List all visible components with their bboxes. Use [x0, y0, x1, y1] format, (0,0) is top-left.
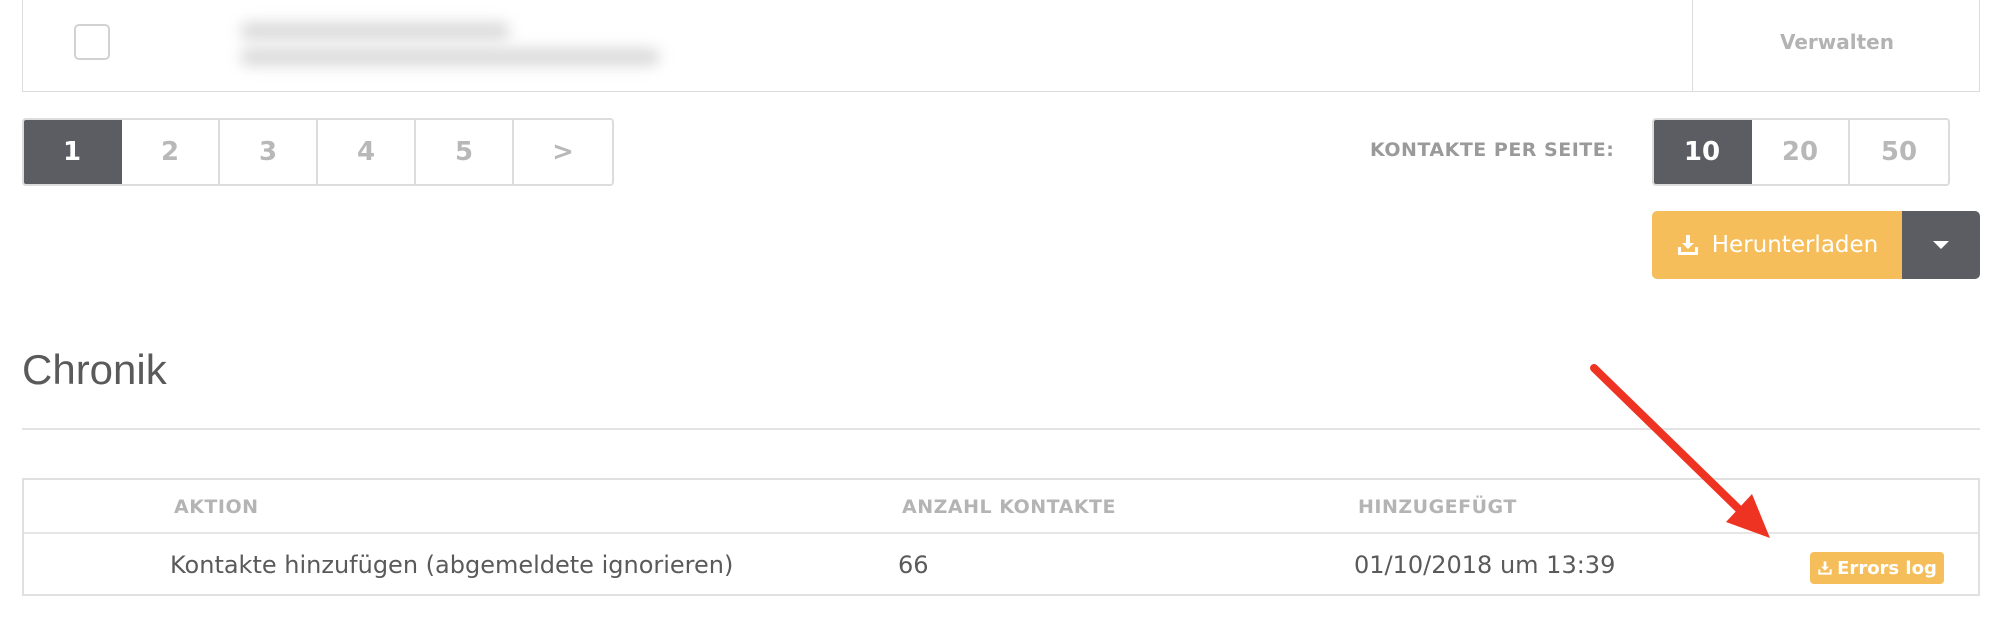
- per-page-selector: 10 20 50: [1652, 118, 1950, 186]
- per-page-20-button[interactable]: 20: [1752, 120, 1850, 184]
- pagination: 1 2 3 4 5 >: [22, 118, 614, 186]
- download-button[interactable]: Herunterladen: [1652, 211, 1902, 279]
- manage-link[interactable]: Verwalten: [1694, 30, 1980, 54]
- row-checkbox[interactable]: [74, 24, 110, 60]
- column-header-contact-count: ANZAHL KONTAKTE: [902, 496, 1116, 518]
- page-1-button[interactable]: 1: [24, 120, 122, 184]
- contact-row: [22, 0, 1980, 92]
- per-page-label: KONTAKTE PER SEITE:: [1370, 139, 1615, 161]
- annotation-arrow-icon: [1590, 364, 1770, 538]
- download-icon: [1677, 235, 1698, 255]
- per-page-10-button[interactable]: 10: [1654, 120, 1752, 184]
- errors-log-button[interactable]: Errors log: [1810, 552, 1944, 584]
- next-page-button[interactable]: >: [514, 120, 612, 184]
- page-5-button[interactable]: 5: [416, 120, 514, 184]
- column-header-action: AKTION: [174, 496, 259, 518]
- blurred-contact-name: [240, 22, 510, 40]
- column-header-added: HINZUGEFÜGT: [1358, 496, 1517, 518]
- history-row-count: 66: [898, 551, 929, 579]
- history-title: Chronik: [22, 346, 167, 393]
- page-3-button[interactable]: 3: [220, 120, 318, 184]
- page-4-button[interactable]: 4: [318, 120, 416, 184]
- download-icon: [1818, 561, 1832, 575]
- download-options-dropdown[interactable]: [1902, 211, 1980, 279]
- per-page-50-button[interactable]: 50: [1850, 120, 1948, 184]
- row-divider: [1692, 0, 1693, 92]
- history-row-action: Kontakte hinzufügen (abgemeldete ignorie…: [170, 551, 734, 579]
- caret-down-icon: [1933, 241, 1949, 249]
- history-row-added: 01/10/2018 um 13:39: [1354, 551, 1616, 579]
- download-label: Herunterladen: [1711, 232, 1879, 258]
- page-2-button[interactable]: 2: [122, 120, 220, 184]
- errors-log-label: Errors log: [1837, 557, 1937, 579]
- blurred-contact-email: [240, 48, 660, 66]
